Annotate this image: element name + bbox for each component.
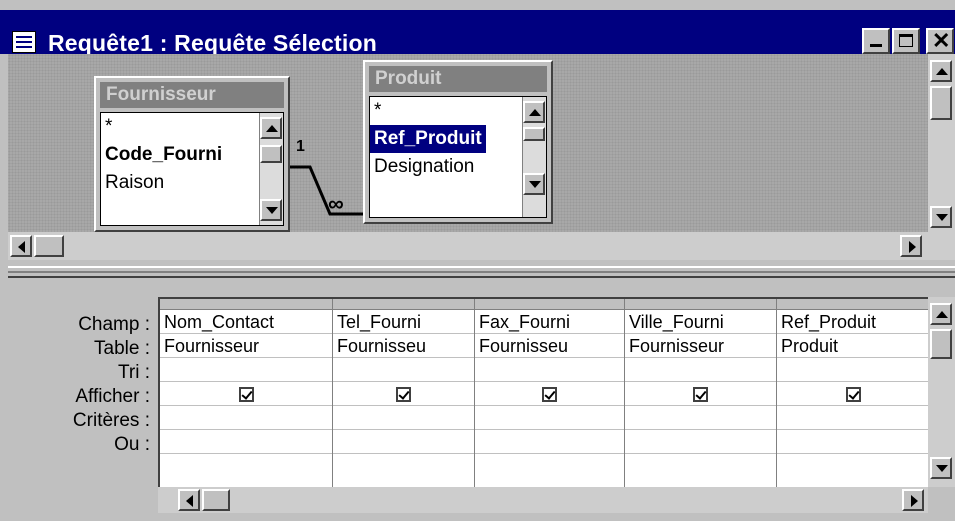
window-title: Requête1 : Requête Sélection — [48, 30, 377, 56]
design-grid: Nom_Contact Fournisseur Tel_Fourni Fourn… — [158, 297, 928, 487]
arrow-down-icon — [936, 465, 948, 472]
scroll-right-button[interactable] — [900, 235, 922, 257]
grid-column: Ville_Fourni Fournisseur — [625, 299, 777, 487]
cell-show — [475, 382, 624, 406]
column-selector[interactable] — [625, 299, 776, 310]
show-checkbox[interactable] — [396, 387, 411, 402]
column-selector[interactable] — [777, 299, 928, 310]
cell-sort[interactable] — [160, 358, 332, 382]
tables-pane: Fournisseur * Code_Fourni Raison Produit… — [8, 54, 928, 260]
row-label-show: Afficher : — [75, 386, 150, 407]
cell-or[interactable] — [160, 430, 332, 454]
arrow-left-icon — [18, 241, 25, 253]
cell-show — [625, 382, 776, 406]
arrow-up-icon — [936, 311, 948, 318]
cell-table[interactable]: Fournisseu — [333, 334, 474, 358]
cell-criteria[interactable] — [160, 406, 332, 430]
maximize-button[interactable] — [892, 28, 920, 54]
cell-field[interactable]: Ville_Fourni — [625, 310, 776, 334]
column-selector[interactable] — [160, 299, 332, 310]
cell-field[interactable]: Nom_Contact — [160, 310, 332, 334]
cell-table[interactable]: Fournisseu — [475, 334, 624, 358]
show-checkbox[interactable] — [238, 387, 254, 402]
arrow-down-icon — [936, 214, 948, 221]
arrow-up-icon — [936, 68, 948, 75]
scroll-thumb[interactable] — [930, 86, 952, 120]
maximize-icon — [899, 34, 913, 47]
row-label-sort: Tri : — [117, 362, 150, 383]
join-cardinality-one: 1 — [296, 138, 305, 155]
grid-column: Ref_Produit Produit — [777, 299, 928, 487]
scroll-right-button[interactable] — [902, 489, 924, 511]
grid-column: Fax_Fourni Fournisseu — [475, 299, 625, 487]
scroll-down-button[interactable] — [930, 206, 952, 228]
cell-table[interactable]: Produit — [777, 334, 928, 358]
cell-or[interactable] — [333, 430, 474, 454]
cell-show — [333, 382, 474, 406]
design-grid-area: Champ : Table : Tri : Afficher : Critère… — [8, 280, 955, 521]
cell-field[interactable]: Tel_Fourni — [333, 310, 474, 334]
scroll-thumb[interactable] — [34, 235, 64, 257]
grid-hscroll[interactable] — [158, 487, 928, 513]
cell-show — [777, 382, 928, 406]
join-cardinality-many: ∞ — [328, 191, 344, 216]
cell-show — [160, 382, 332, 406]
cell-field[interactable]: Ref_Produit — [777, 310, 928, 334]
scroll-left-button[interactable] — [10, 235, 32, 257]
column-selector[interactable] — [333, 299, 474, 310]
query-icon[interactable] — [12, 31, 36, 53]
grid-column: Nom_Contact Fournisseur — [160, 299, 333, 487]
cell-field[interactable]: Fax_Fourni — [475, 310, 624, 334]
cell-or[interactable] — [777, 430, 928, 454]
show-checkbox[interactable] — [846, 387, 861, 402]
close-icon: ✕ — [932, 28, 951, 53]
scroll-left-button[interactable] — [178, 489, 200, 511]
query-window: Requête1 : Requête Sélection ✕ Fournisse… — [0, 0, 955, 521]
scroll-up-button[interactable] — [930, 303, 952, 325]
grid-vscroll[interactable] — [928, 297, 955, 487]
join-line[interactable] — [8, 54, 928, 260]
scroll-up-button[interactable] — [930, 60, 952, 82]
scroll-thumb[interactable] — [930, 329, 952, 359]
grid-column: Tel_Fourni Fournisseu — [333, 299, 475, 487]
arrow-right-icon — [909, 241, 916, 253]
arrow-left-icon — [186, 495, 193, 507]
row-label-or: Ou : — [114, 434, 150, 455]
pane-splitter[interactable] — [8, 266, 955, 278]
cell-criteria[interactable] — [777, 406, 928, 430]
close-button[interactable]: ✕ — [926, 28, 954, 54]
show-checkbox[interactable] — [693, 387, 708, 402]
minimize-button[interactable] — [862, 28, 890, 54]
cell-criteria[interactable] — [625, 406, 776, 430]
cell-sort[interactable] — [333, 358, 474, 382]
scroll-thumb[interactable] — [202, 489, 230, 511]
tables-pane-hscroll[interactable] — [8, 232, 928, 260]
cell-table[interactable]: Fournisseur — [160, 334, 332, 358]
tables-pane-vscroll[interactable] — [928, 54, 955, 260]
cell-sort[interactable] — [475, 358, 624, 382]
cell-table[interactable]: Fournisseur — [625, 334, 776, 358]
minimize-icon — [870, 44, 882, 47]
title-bar[interactable]: Requête1 : Requête Sélection ✕ — [0, 10, 955, 56]
cell-sort[interactable] — [777, 358, 928, 382]
column-selector[interactable] — [475, 299, 624, 310]
scroll-down-button[interactable] — [930, 457, 952, 479]
cell-sort[interactable] — [625, 358, 776, 382]
cell-or[interactable] — [625, 430, 776, 454]
show-checkbox[interactable] — [542, 387, 557, 402]
cell-criteria[interactable] — [475, 406, 624, 430]
cell-or[interactable] — [475, 430, 624, 454]
row-label-field: Champ : — [78, 314, 150, 335]
row-label-table: Table : — [94, 338, 150, 359]
cell-criteria[interactable] — [333, 406, 474, 430]
row-label-criteria: Critères : — [72, 410, 150, 431]
arrow-right-icon — [911, 495, 918, 507]
